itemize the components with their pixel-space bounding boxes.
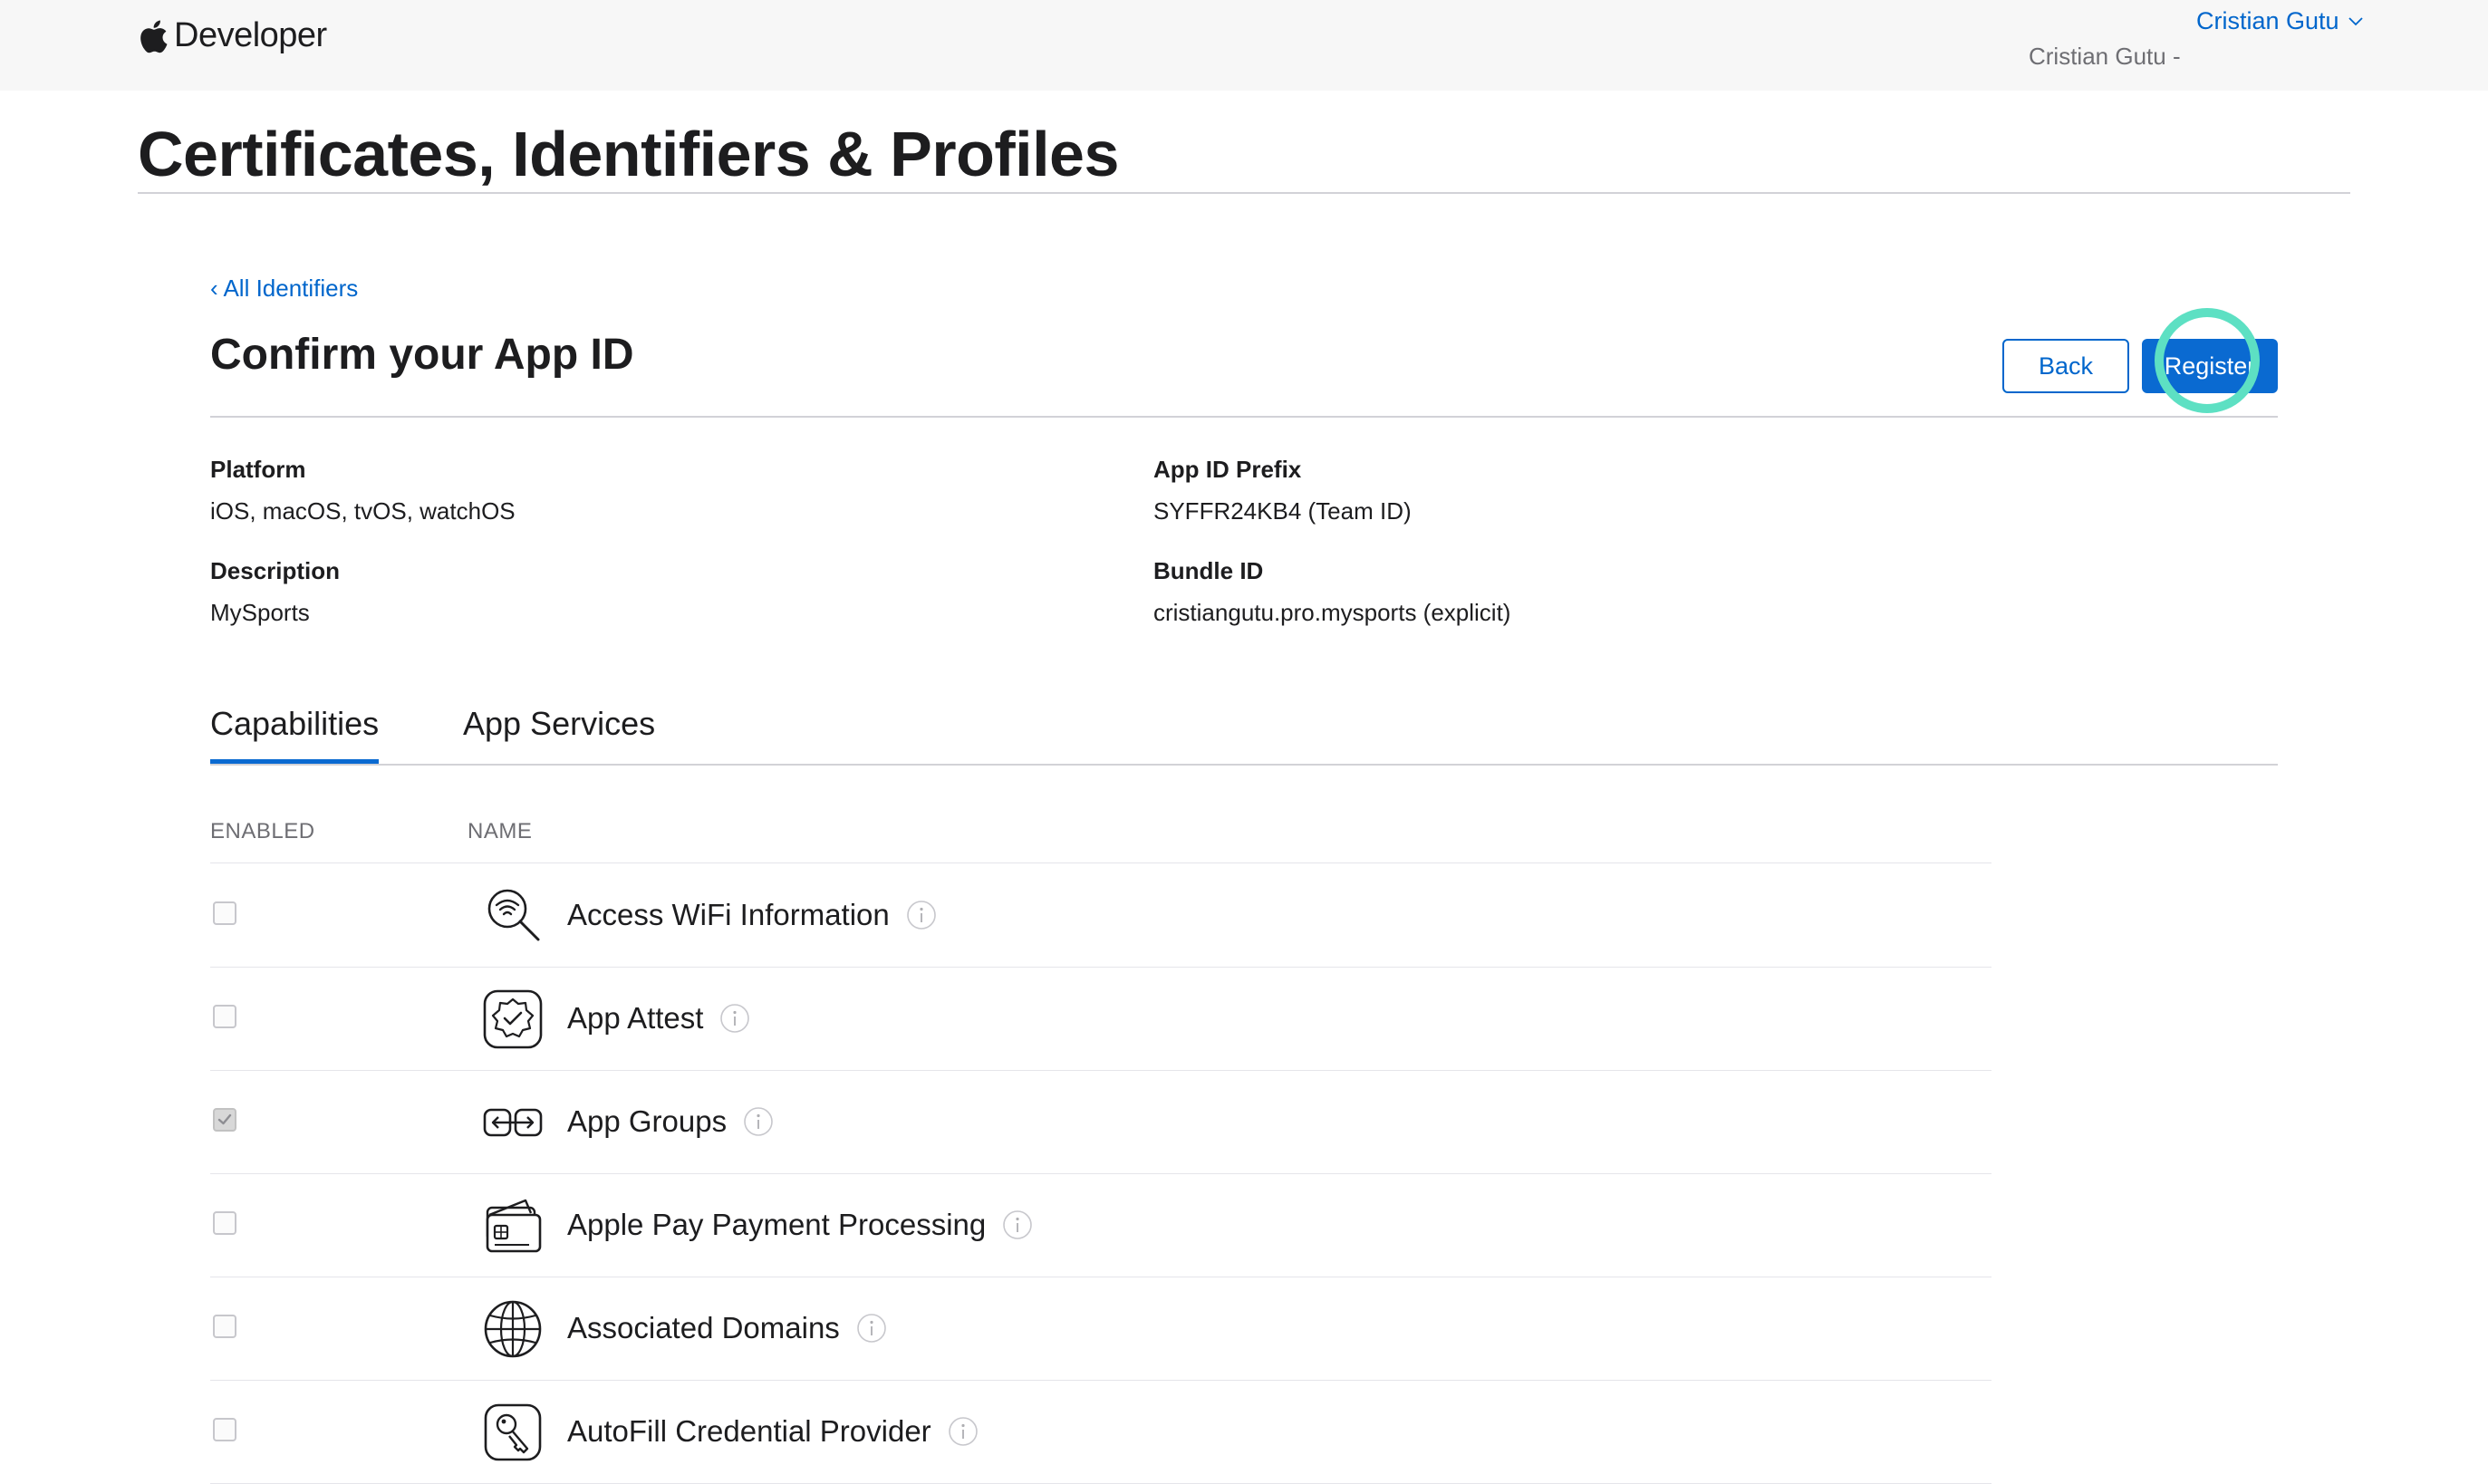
click-highlight-ring	[2155, 308, 2260, 413]
section-title: Confirm your App ID	[210, 331, 634, 379]
capability-name: AutoFill Credential Provider	[567, 1414, 931, 1448]
app-id-prefix-value: SYFFR24KB4 (Team ID)	[1153, 497, 1412, 525]
table-row: Apple Pay Payment Processing	[210, 1173, 1991, 1277]
table-row: App Attest	[210, 967, 1991, 1071]
apple-logo-icon	[140, 20, 168, 53]
badge-check-icon	[482, 988, 544, 1050]
credit-card-icon	[482, 1195, 544, 1257]
info-icon[interactable]	[856, 1313, 887, 1344]
capability-name: Apple Pay Payment Processing	[567, 1208, 987, 1241]
table-row: Access WiFi Information	[210, 863, 1991, 968]
chevron-down-icon	[2348, 16, 2363, 25]
info-icon[interactable]	[719, 1003, 750, 1034]
tab-capabilities[interactable]: Capabilities	[210, 705, 379, 743]
wifi-search-icon	[482, 885, 544, 947]
name-column-header: NAME	[468, 819, 533, 843]
globe-icon	[482, 1298, 544, 1360]
user-name: Cristian Gutu	[2196, 7, 2339, 34]
capability-name: Associated Domains	[567, 1311, 840, 1344]
enabled-checkbox[interactable]	[213, 1418, 236, 1441]
table-row: App Groups	[210, 1070, 1991, 1174]
enabled-checkbox[interactable]	[213, 1315, 236, 1338]
key-icon	[482, 1402, 544, 1463]
tab-app-services[interactable]: App Services	[463, 705, 655, 743]
title-divider	[138, 192, 2350, 194]
table-row: AutoFill Credential Provider	[210, 1380, 1991, 1484]
enabled-checkbox[interactable]	[213, 1005, 236, 1028]
user-account-menu[interactable]: Cristian Gutu	[2196, 7, 2363, 35]
platform-value: iOS, macOS, tvOS, watchOS	[210, 497, 516, 525]
app-id-prefix-label: App ID Prefix	[1153, 456, 1302, 483]
enabled-checkbox[interactable]	[213, 901, 236, 925]
back-button[interactable]: Back	[2002, 339, 2129, 393]
info-icon[interactable]	[743, 1106, 774, 1137]
app-groups-icon	[482, 1092, 544, 1153]
info-icon[interactable]	[906, 900, 937, 930]
bundle-id-value: cristiangutu.pro.mysports (explicit)	[1153, 599, 1511, 626]
table-row: Associated Domains	[210, 1277, 1991, 1381]
checkmark-icon	[217, 1113, 232, 1125]
platform-label: Platform	[210, 456, 306, 483]
info-icon[interactable]	[1002, 1209, 1033, 1240]
enabled-column-header: ENABLED	[210, 819, 315, 843]
capability-name: App Attest	[567, 1001, 704, 1035]
enabled-checkbox[interactable]	[213, 1211, 236, 1235]
capability-name: Access WiFi Information	[567, 898, 890, 931]
section-divider	[210, 416, 2278, 418]
bundle-id-label: Bundle ID	[1153, 557, 1264, 584]
brand-label: Developer	[174, 16, 327, 54]
all-identifiers-link[interactable]: ‹ All Identifiers	[210, 275, 358, 303]
page-title: Certificates, Identifiers & Profiles	[138, 119, 1119, 189]
team-name: Cristian Gutu -	[2029, 43, 2181, 70]
capability-name: App Groups	[567, 1104, 728, 1138]
description-value: MySports	[210, 599, 310, 626]
enabled-checkbox[interactable]	[213, 1108, 236, 1132]
description-label: Description	[210, 557, 341, 584]
developer-home-link[interactable]: Developer	[138, 16, 327, 55]
info-icon[interactable]	[948, 1416, 979, 1447]
tabs-divider	[210, 764, 2278, 766]
top-navigation-bar: Developer Cristian Gutu Cristian Gutu -	[0, 0, 2488, 91]
